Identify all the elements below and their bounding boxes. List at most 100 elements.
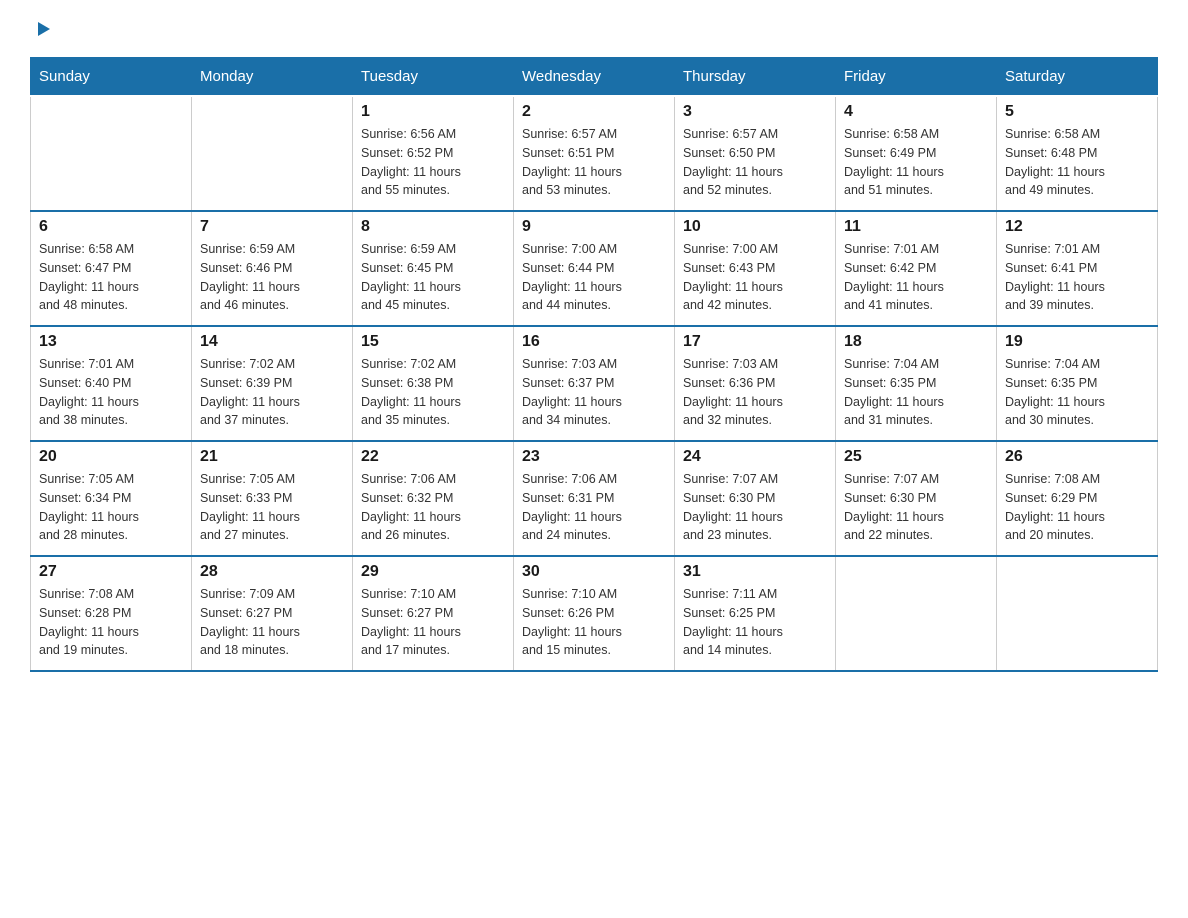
day-info: Sunrise: 7:07 AM Sunset: 6:30 PM Dayligh… xyxy=(683,470,827,545)
day-info: Sunrise: 7:03 AM Sunset: 6:36 PM Dayligh… xyxy=(683,355,827,430)
day-cell: 16Sunrise: 7:03 AM Sunset: 6:37 PM Dayli… xyxy=(514,326,675,441)
day-cell: 11 Sunrise: 7:01 AM Sunset: 6:42 PM Dayli… xyxy=(836,211,997,326)
day-number: 13 xyxy=(39,333,183,351)
day-number: 3 xyxy=(683,103,827,121)
day-number: 10 xyxy=(683,218,827,236)
day-cell xyxy=(31,96,192,211)
day-info: Sunrise: 6:57 AM Sunset: 6:50 PM Dayligh… xyxy=(683,125,827,200)
day-cell: 27Sunrise: 7:08 AM Sunset: 6:28 PM Dayli… xyxy=(31,556,192,671)
day-info: Sunrise: 7:07 AM Sunset: 6:30 PM Dayligh… xyxy=(844,470,988,545)
day-info: Sunrise: 7:10 AM Sunset: 6:26 PM Dayligh… xyxy=(522,585,666,660)
header-tuesday: Tuesday xyxy=(353,58,514,97)
day-number: 1 xyxy=(361,103,505,121)
week-row-3: 13 Sunrise: 7:01 AM Sunset: 6:40 PM Dayli… xyxy=(31,326,1158,441)
header-sunday: Sunday xyxy=(31,58,192,97)
day-cell: 23 Sunrise: 7:06 AM Sunset: 6:31 PM Dayli… xyxy=(514,441,675,556)
day-info: Sunrise: 7:04 AM Sunset: 6:35 PM Dayligh… xyxy=(844,355,988,430)
header-wednesday: Wednesday xyxy=(514,58,675,97)
day-info: Sunrise: 6:58 AM Sunset: 6:47 PM Dayligh… xyxy=(39,240,183,315)
logo xyxy=(30,20,54,47)
day-number: 19 xyxy=(1005,333,1149,351)
day-info: Sunrise: 6:59 AM Sunset: 6:45 PM Dayligh… xyxy=(361,240,505,315)
day-number: 16 xyxy=(522,333,666,351)
day-number: 23 xyxy=(522,448,666,466)
day-info: Sunrise: 7:06 AM Sunset: 6:31 PM Dayligh… xyxy=(522,470,666,545)
day-cell: 10 Sunrise: 7:00 AM Sunset: 6:43 PM Dayli… xyxy=(675,211,836,326)
day-number: 8 xyxy=(361,218,505,236)
header-friday: Friday xyxy=(836,58,997,97)
day-info: Sunrise: 7:01 AM Sunset: 6:42 PM Dayligh… xyxy=(844,240,988,315)
day-number: 17 xyxy=(683,333,827,351)
day-info: Sunrise: 7:08 AM Sunset: 6:29 PM Dayligh… xyxy=(1005,470,1149,545)
day-info: Sunrise: 6:59 AM Sunset: 6:46 PM Dayligh… xyxy=(200,240,344,315)
day-cell: 6 Sunrise: 6:58 AM Sunset: 6:47 PM Daylig… xyxy=(31,211,192,326)
page-header xyxy=(30,20,1158,47)
day-info: Sunrise: 7:02 AM Sunset: 6:38 PM Dayligh… xyxy=(361,355,505,430)
day-cell: 1 Sunrise: 6:56 AM Sunset: 6:52 PM Daylig… xyxy=(353,96,514,211)
day-info: Sunrise: 7:08 AM Sunset: 6:28 PM Dayligh… xyxy=(39,585,183,660)
day-info: Sunrise: 7:00 AM Sunset: 6:44 PM Dayligh… xyxy=(522,240,666,315)
day-cell: 22Sunrise: 7:06 AM Sunset: 6:32 PM Dayli… xyxy=(353,441,514,556)
week-row-5: 27Sunrise: 7:08 AM Sunset: 6:28 PM Dayli… xyxy=(31,556,1158,671)
week-row-4: 20Sunrise: 7:05 AM Sunset: 6:34 PM Dayli… xyxy=(31,441,1158,556)
day-cell: 20Sunrise: 7:05 AM Sunset: 6:34 PM Dayli… xyxy=(31,441,192,556)
day-number: 14 xyxy=(200,333,344,351)
day-cell xyxy=(997,556,1158,671)
header-saturday: Saturday xyxy=(997,58,1158,97)
day-info: Sunrise: 6:58 AM Sunset: 6:49 PM Dayligh… xyxy=(844,125,988,200)
day-info: Sunrise: 6:56 AM Sunset: 6:52 PM Dayligh… xyxy=(361,125,505,200)
day-info: Sunrise: 7:09 AM Sunset: 6:27 PM Dayligh… xyxy=(200,585,344,660)
day-cell: 18 Sunrise: 7:04 AM Sunset: 6:35 PM Dayli… xyxy=(836,326,997,441)
day-number: 2 xyxy=(522,103,666,121)
day-info: Sunrise: 7:11 AM Sunset: 6:25 PM Dayligh… xyxy=(683,585,827,660)
day-cell: 13 Sunrise: 7:01 AM Sunset: 6:40 PM Dayli… xyxy=(31,326,192,441)
week-row-2: 6 Sunrise: 6:58 AM Sunset: 6:47 PM Daylig… xyxy=(31,211,1158,326)
day-number: 29 xyxy=(361,563,505,581)
day-number: 24 xyxy=(683,448,827,466)
day-info: Sunrise: 7:05 AM Sunset: 6:33 PM Dayligh… xyxy=(200,470,344,545)
day-number: 6 xyxy=(39,218,183,236)
day-info: Sunrise: 7:04 AM Sunset: 6:35 PM Dayligh… xyxy=(1005,355,1149,430)
day-number: 4 xyxy=(844,103,988,121)
day-cell: 12 Sunrise: 7:01 AM Sunset: 6:41 PM Dayli… xyxy=(997,211,1158,326)
day-cell: 26 Sunrise: 7:08 AM Sunset: 6:29 PM Dayli… xyxy=(997,441,1158,556)
day-cell: 21Sunrise: 7:05 AM Sunset: 6:33 PM Dayli… xyxy=(192,441,353,556)
day-cell: 14 Sunrise: 7:02 AM Sunset: 6:39 PM Dayli… xyxy=(192,326,353,441)
day-cell: 19 Sunrise: 7:04 AM Sunset: 6:35 PM Dayli… xyxy=(997,326,1158,441)
header-thursday: Thursday xyxy=(675,58,836,97)
day-number: 25 xyxy=(844,448,988,466)
day-number: 18 xyxy=(844,333,988,351)
day-info: Sunrise: 6:57 AM Sunset: 6:51 PM Dayligh… xyxy=(522,125,666,200)
day-number: 26 xyxy=(1005,448,1149,466)
day-number: 11 xyxy=(844,218,988,236)
day-info: Sunrise: 7:01 AM Sunset: 6:41 PM Dayligh… xyxy=(1005,240,1149,315)
day-number: 12 xyxy=(1005,218,1149,236)
day-cell: 8 Sunrise: 6:59 AM Sunset: 6:45 PM Daylig… xyxy=(353,211,514,326)
header-monday: Monday xyxy=(192,58,353,97)
day-number: 7 xyxy=(200,218,344,236)
logo-arrow-icon xyxy=(32,18,54,45)
day-cell: 15Sunrise: 7:02 AM Sunset: 6:38 PM Dayli… xyxy=(353,326,514,441)
day-cell xyxy=(192,96,353,211)
day-number: 22 xyxy=(361,448,505,466)
day-cell: 5 Sunrise: 6:58 AM Sunset: 6:48 PM Daylig… xyxy=(997,96,1158,211)
day-cell: 4 Sunrise: 6:58 AM Sunset: 6:49 PM Daylig… xyxy=(836,96,997,211)
day-info: Sunrise: 6:58 AM Sunset: 6:48 PM Dayligh… xyxy=(1005,125,1149,200)
day-cell: 25 Sunrise: 7:07 AM Sunset: 6:30 PM Dayli… xyxy=(836,441,997,556)
day-cell: 2 Sunrise: 6:57 AM Sunset: 6:51 PM Daylig… xyxy=(514,96,675,211)
day-info: Sunrise: 7:02 AM Sunset: 6:39 PM Dayligh… xyxy=(200,355,344,430)
day-info: Sunrise: 7:10 AM Sunset: 6:27 PM Dayligh… xyxy=(361,585,505,660)
day-number: 5 xyxy=(1005,103,1149,121)
day-number: 20 xyxy=(39,448,183,466)
calendar-table: SundayMondayTuesdayWednesdayThursdayFrid… xyxy=(30,57,1158,672)
day-info: Sunrise: 7:00 AM Sunset: 6:43 PM Dayligh… xyxy=(683,240,827,315)
day-number: 28 xyxy=(200,563,344,581)
calendar-header-row: SundayMondayTuesdayWednesdayThursdayFrid… xyxy=(31,58,1158,97)
day-cell: 29 Sunrise: 7:10 AM Sunset: 6:27 PM Dayli… xyxy=(353,556,514,671)
week-row-1: 1 Sunrise: 6:56 AM Sunset: 6:52 PM Daylig… xyxy=(31,96,1158,211)
day-cell: 31 Sunrise: 7:11 AM Sunset: 6:25 PM Dayli… xyxy=(675,556,836,671)
day-number: 31 xyxy=(683,563,827,581)
day-cell: 3 Sunrise: 6:57 AM Sunset: 6:50 PM Daylig… xyxy=(675,96,836,211)
day-cell: 30Sunrise: 7:10 AM Sunset: 6:26 PM Dayli… xyxy=(514,556,675,671)
day-info: Sunrise: 7:01 AM Sunset: 6:40 PM Dayligh… xyxy=(39,355,183,430)
